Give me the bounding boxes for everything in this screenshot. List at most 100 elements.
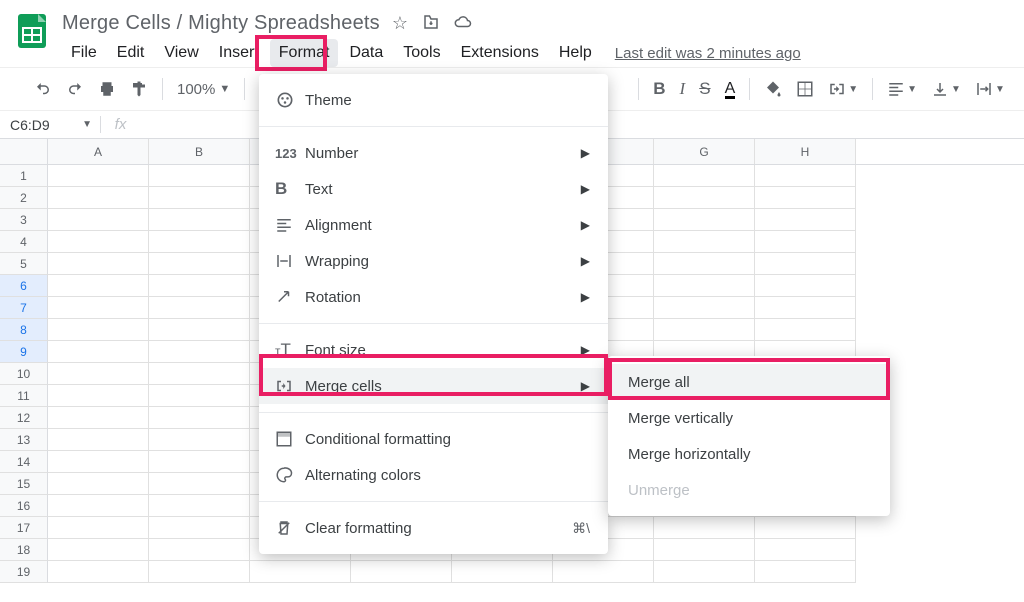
menu-tools[interactable]: Tools [394,39,449,67]
menu-insert[interactable]: Insert [210,39,268,67]
select-all-corner[interactable] [0,139,48,164]
cell[interactable] [755,187,856,209]
submenu-item-merge-vertically[interactable]: Merge vertically [608,400,890,436]
cell[interactable] [48,429,149,451]
cell[interactable] [48,297,149,319]
menu-item-alignment[interactable]: Alignment▶ [259,207,608,243]
cell[interactable] [755,517,856,539]
cell[interactable] [654,517,755,539]
cell[interactable] [48,561,149,583]
menu-item-alternating-colors[interactable]: Alternating colors [259,457,608,493]
menu-extensions[interactable]: Extensions [452,39,548,67]
borders-icon[interactable] [796,80,814,98]
cell[interactable] [654,561,755,583]
row-header[interactable]: 18 [0,539,48,561]
row-header[interactable]: 9 [0,341,48,363]
cell[interactable] [48,231,149,253]
cell[interactable] [654,275,755,297]
cell[interactable] [48,539,149,561]
last-edit-link[interactable]: Last edit was 2 minutes ago [615,45,801,62]
row-header[interactable]: 7 [0,297,48,319]
cell[interactable] [48,209,149,231]
vertical-align-icon[interactable]: ▼ [931,80,961,98]
row-header[interactable]: 6 [0,275,48,297]
row-header[interactable]: 13 [0,429,48,451]
menu-file[interactable]: File [62,39,106,67]
text-color-icon[interactable]: A [725,80,736,99]
row-header[interactable]: 2 [0,187,48,209]
cell[interactable] [149,319,250,341]
menu-item-theme[interactable]: Theme [259,82,608,118]
cell[interactable] [149,275,250,297]
row-header[interactable]: 4 [0,231,48,253]
cell[interactable] [48,473,149,495]
cell[interactable] [149,165,250,187]
menu-item-font-size[interactable]: тTFont size▶ [259,332,608,368]
move-icon[interactable] [422,13,440,34]
cell[interactable] [48,385,149,407]
horizontal-align-icon[interactable]: ▼ [887,80,917,98]
sheets-logo[interactable] [10,8,54,52]
cell[interactable] [755,165,856,187]
cell[interactable] [654,253,755,275]
menu-item-text[interactable]: BText▶ [259,171,608,207]
row-header[interactable]: 11 [0,385,48,407]
menu-edit[interactable]: Edit [108,39,154,67]
text-wrap-icon[interactable]: ▼ [975,80,1005,98]
column-header[interactable]: B [149,139,250,164]
cloud-icon[interactable] [454,13,472,34]
menu-item-rotation[interactable]: Rotation▶ [259,279,608,315]
cell[interactable] [149,253,250,275]
column-header[interactable]: H [755,139,856,164]
menu-item-number[interactable]: 123Number▶ [259,135,608,171]
cell[interactable] [149,495,250,517]
menu-item-clear-formatting[interactable]: Clear formatting⌘\ [259,510,608,546]
cell[interactable] [48,165,149,187]
cell[interactable] [149,341,250,363]
cell[interactable] [149,297,250,319]
cell[interactable] [149,451,250,473]
merge-toolbar-icon[interactable]: ▼ [828,80,858,98]
star-icon[interactable]: ☆ [392,13,408,34]
row-header[interactable]: 16 [0,495,48,517]
cell[interactable] [48,341,149,363]
cell[interactable] [654,209,755,231]
cell[interactable] [48,451,149,473]
menu-format[interactable]: Format [270,39,339,67]
row-header[interactable]: 17 [0,517,48,539]
row-header[interactable]: 15 [0,473,48,495]
print-icon[interactable] [98,80,116,98]
cell[interactable] [48,363,149,385]
menu-item-wrapping[interactable]: Wrapping▶ [259,243,608,279]
cell[interactable] [755,319,856,341]
cell[interactable] [452,561,553,583]
cell[interactable] [351,561,452,583]
bold-icon[interactable]: B [653,79,665,99]
row-header[interactable]: 3 [0,209,48,231]
submenu-item-merge-horizontally[interactable]: Merge horizontally [608,436,890,472]
cell[interactable] [149,473,250,495]
cell[interactable] [755,539,856,561]
cell[interactable] [48,495,149,517]
cell[interactable] [48,319,149,341]
cell[interactable] [149,561,250,583]
undo-icon[interactable] [34,80,52,98]
column-header[interactable]: A [48,139,149,164]
menu-data[interactable]: Data [340,39,392,67]
submenu-item-merge-all[interactable]: Merge all [608,364,890,400]
cell[interactable] [755,253,856,275]
cell[interactable] [654,319,755,341]
menu-item-conditional-formatting[interactable]: Conditional formatting [259,421,608,457]
cell[interactable] [149,363,250,385]
row-header[interactable]: 8 [0,319,48,341]
cell[interactable] [48,253,149,275]
cell[interactable] [250,561,351,583]
cell[interactable] [48,517,149,539]
strikethrough-icon[interactable]: S [699,79,710,99]
menu-help[interactable]: Help [550,39,601,67]
cell[interactable] [654,187,755,209]
zoom-selector[interactable]: 100%▼ [177,81,230,98]
redo-icon[interactable] [66,80,84,98]
cell[interactable] [755,209,856,231]
cell[interactable] [48,187,149,209]
